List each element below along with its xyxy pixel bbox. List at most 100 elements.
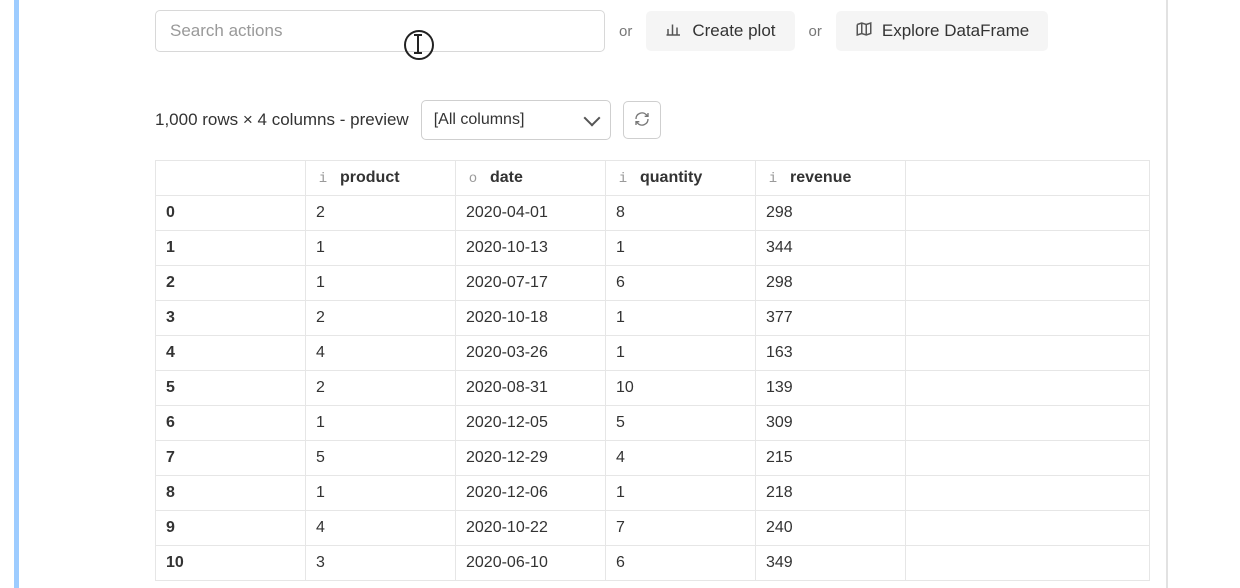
column-name: product bbox=[340, 169, 400, 186]
quantity-cell[interactable]: 1 bbox=[606, 231, 756, 266]
revenue-cell[interactable]: 163 bbox=[756, 336, 906, 371]
date-cell[interactable]: 2020-07-17 bbox=[456, 266, 606, 301]
product-cell[interactable]: 2 bbox=[306, 301, 456, 336]
quantity-cell[interactable]: 1 bbox=[606, 301, 756, 336]
index-cell[interactable]: 3 bbox=[156, 301, 306, 336]
table-row[interactable]: 022020-04-018298 bbox=[156, 196, 1150, 231]
or-label-1: or bbox=[619, 23, 632, 40]
revenue-cell[interactable]: 344 bbox=[756, 231, 906, 266]
product-cell[interactable]: 4 bbox=[306, 336, 456, 371]
index-cell[interactable]: 6 bbox=[156, 406, 306, 441]
index-cell[interactable]: 5 bbox=[156, 371, 306, 406]
blank-cell[interactable] bbox=[906, 301, 1150, 336]
map-icon bbox=[855, 20, 873, 43]
column-header-revenue[interactable]: irevenue bbox=[756, 161, 906, 196]
blank-cell[interactable] bbox=[906, 336, 1150, 371]
revenue-cell[interactable]: 139 bbox=[756, 371, 906, 406]
refresh-icon bbox=[634, 111, 650, 130]
quantity-cell[interactable]: 4 bbox=[606, 441, 756, 476]
index-cell[interactable]: 0 bbox=[156, 196, 306, 231]
blank-cell[interactable] bbox=[906, 231, 1150, 266]
date-cell[interactable]: 2020-04-01 bbox=[456, 196, 606, 231]
date-cell[interactable]: 2020-03-26 bbox=[456, 336, 606, 371]
quantity-cell[interactable]: 6 bbox=[606, 546, 756, 581]
date-cell[interactable]: 2020-10-22 bbox=[456, 511, 606, 546]
dtype-icon: i bbox=[766, 171, 780, 187]
product-cell[interactable]: 3 bbox=[306, 546, 456, 581]
table-row[interactable]: 212020-07-176298 bbox=[156, 266, 1150, 301]
product-cell[interactable]: 2 bbox=[306, 371, 456, 406]
column-name: quantity bbox=[640, 169, 702, 186]
product-cell[interactable]: 5 bbox=[306, 441, 456, 476]
column-header-date[interactable]: odate bbox=[456, 161, 606, 196]
date-cell[interactable]: 2020-08-31 bbox=[456, 371, 606, 406]
table-row[interactable]: 752020-12-294215 bbox=[156, 441, 1150, 476]
column-header-quantity[interactable]: iquantity bbox=[606, 161, 756, 196]
product-cell[interactable]: 1 bbox=[306, 476, 456, 511]
quantity-cell[interactable]: 7 bbox=[606, 511, 756, 546]
table-row[interactable]: 112020-10-131344 bbox=[156, 231, 1150, 266]
table-meta-row: 1,000 rows × 4 columns - preview [All co… bbox=[155, 100, 1150, 140]
index-cell[interactable]: 10 bbox=[156, 546, 306, 581]
quantity-cell[interactable]: 5 bbox=[606, 406, 756, 441]
table-header: iproduct odate iquantity irevenue bbox=[156, 161, 1150, 196]
revenue-cell[interactable]: 218 bbox=[756, 476, 906, 511]
blank-cell[interactable] bbox=[906, 266, 1150, 301]
index-cell[interactable]: 7 bbox=[156, 441, 306, 476]
product-cell[interactable]: 2 bbox=[306, 196, 456, 231]
rows-columns-summary: 1,000 rows × 4 columns - preview bbox=[155, 110, 409, 130]
product-cell[interactable]: 1 bbox=[306, 231, 456, 266]
columns-selector-label: [All columns] bbox=[434, 111, 525, 129]
column-header-blank bbox=[906, 161, 1150, 196]
product-cell[interactable]: 1 bbox=[306, 266, 456, 301]
quantity-cell[interactable]: 6 bbox=[606, 266, 756, 301]
revenue-cell[interactable]: 349 bbox=[756, 546, 906, 581]
revenue-cell[interactable]: 298 bbox=[756, 196, 906, 231]
blank-cell[interactable] bbox=[906, 406, 1150, 441]
quantity-cell[interactable]: 1 bbox=[606, 336, 756, 371]
quantity-cell[interactable]: 1 bbox=[606, 476, 756, 511]
quantity-cell[interactable]: 10 bbox=[606, 371, 756, 406]
blank-cell[interactable] bbox=[906, 371, 1150, 406]
product-cell[interactable]: 4 bbox=[306, 511, 456, 546]
blank-cell[interactable] bbox=[906, 441, 1150, 476]
explore-dataframe-button[interactable]: Explore DataFrame bbox=[836, 11, 1048, 51]
date-cell[interactable]: 2020-10-13 bbox=[456, 231, 606, 266]
date-cell[interactable]: 2020-12-06 bbox=[456, 476, 606, 511]
index-cell[interactable]: 2 bbox=[156, 266, 306, 301]
table-row[interactable]: 812020-12-061218 bbox=[156, 476, 1150, 511]
create-plot-button[interactable]: Create plot bbox=[646, 11, 794, 51]
index-cell[interactable]: 1 bbox=[156, 231, 306, 266]
column-header-product[interactable]: iproduct bbox=[306, 161, 456, 196]
product-cell[interactable]: 1 bbox=[306, 406, 456, 441]
table-row[interactable]: 942020-10-227240 bbox=[156, 511, 1150, 546]
revenue-cell[interactable]: 240 bbox=[756, 511, 906, 546]
bar-chart-icon bbox=[665, 20, 683, 43]
index-header[interactable] bbox=[156, 161, 306, 196]
table-row[interactable]: 322020-10-181377 bbox=[156, 301, 1150, 336]
revenue-cell[interactable]: 298 bbox=[756, 266, 906, 301]
date-cell[interactable]: 2020-06-10 bbox=[456, 546, 606, 581]
date-cell[interactable]: 2020-12-29 bbox=[456, 441, 606, 476]
search-input[interactable] bbox=[155, 10, 605, 52]
columns-selector[interactable]: [All columns] bbox=[421, 100, 611, 140]
index-cell[interactable]: 9 bbox=[156, 511, 306, 546]
table-row[interactable]: 1032020-06-106349 bbox=[156, 546, 1150, 581]
index-cell[interactable]: 4 bbox=[156, 336, 306, 371]
revenue-cell[interactable]: 215 bbox=[756, 441, 906, 476]
refresh-button[interactable] bbox=[623, 101, 661, 139]
date-cell[interactable]: 2020-10-18 bbox=[456, 301, 606, 336]
index-cell[interactable]: 8 bbox=[156, 476, 306, 511]
blank-cell[interactable] bbox=[906, 196, 1150, 231]
table-row[interactable]: 612020-12-055309 bbox=[156, 406, 1150, 441]
revenue-cell[interactable]: 377 bbox=[756, 301, 906, 336]
blank-cell[interactable] bbox=[906, 511, 1150, 546]
blank-cell[interactable] bbox=[906, 476, 1150, 511]
revenue-cell[interactable]: 309 bbox=[756, 406, 906, 441]
table-row[interactable]: 522020-08-3110139 bbox=[156, 371, 1150, 406]
blank-cell[interactable] bbox=[906, 546, 1150, 581]
quantity-cell[interactable]: 8 bbox=[606, 196, 756, 231]
date-cell[interactable]: 2020-12-05 bbox=[456, 406, 606, 441]
explore-dataframe-label: Explore DataFrame bbox=[882, 21, 1029, 41]
table-row[interactable]: 442020-03-261163 bbox=[156, 336, 1150, 371]
